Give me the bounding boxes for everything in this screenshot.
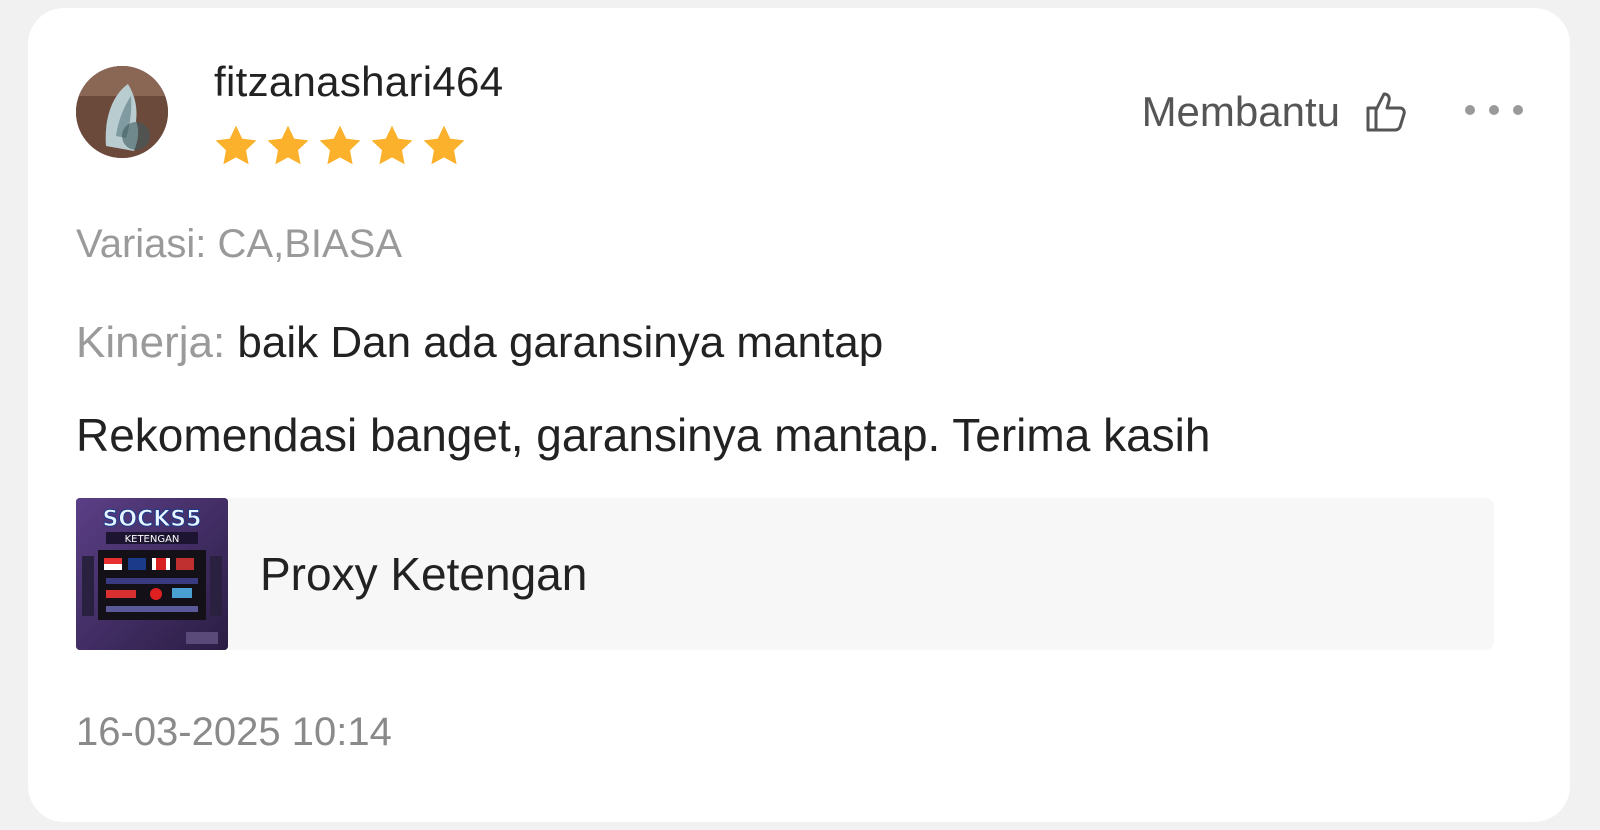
star-icon — [371, 125, 413, 165]
review-card: fitzanashari464 Membantu Variasi: CA,BIA… — [28, 8, 1570, 822]
performance-row: Kinerja: baik Dan ada garansinya mantap — [76, 318, 883, 368]
variation-text: Variasi: CA,BIASA — [76, 222, 403, 266]
star-icon — [319, 125, 361, 165]
product-name: Proxy Ketengan — [260, 548, 588, 600]
star-icon — [423, 125, 465, 165]
product-thumb-title: SOCKS5 — [103, 507, 202, 532]
performance-label: Kinerja: — [76, 318, 226, 367]
thumbs-up-icon — [1366, 92, 1406, 132]
star-icon — [215, 125, 257, 165]
avatar-image — [76, 66, 168, 158]
more-dots-icon[interactable] — [1462, 100, 1526, 120]
review-comment: Rekomendasi banget, garansinya mantap. T… — [76, 409, 1211, 461]
product-thumbnail: SOCKS5 KETENGAN — [76, 498, 228, 650]
review-timestamp: 16-03-2025 10:14 — [76, 710, 392, 754]
avatar[interactable] — [76, 66, 168, 158]
star-icon — [267, 125, 309, 165]
performance-value: baik Dan ada garansinya mantap — [237, 318, 884, 367]
helpful-label: Membantu — [1141, 88, 1340, 135]
helpful-button[interactable]: Membantu — [1142, 88, 1410, 136]
product-thumb-subtitle: KETENGAN — [125, 534, 180, 545]
product-link[interactable]: SOCKS5 KETENGAN Proxy Ketengan — [76, 498, 1494, 650]
username[interactable]: fitzanashari464 — [214, 58, 503, 106]
rating-stars — [212, 122, 468, 170]
